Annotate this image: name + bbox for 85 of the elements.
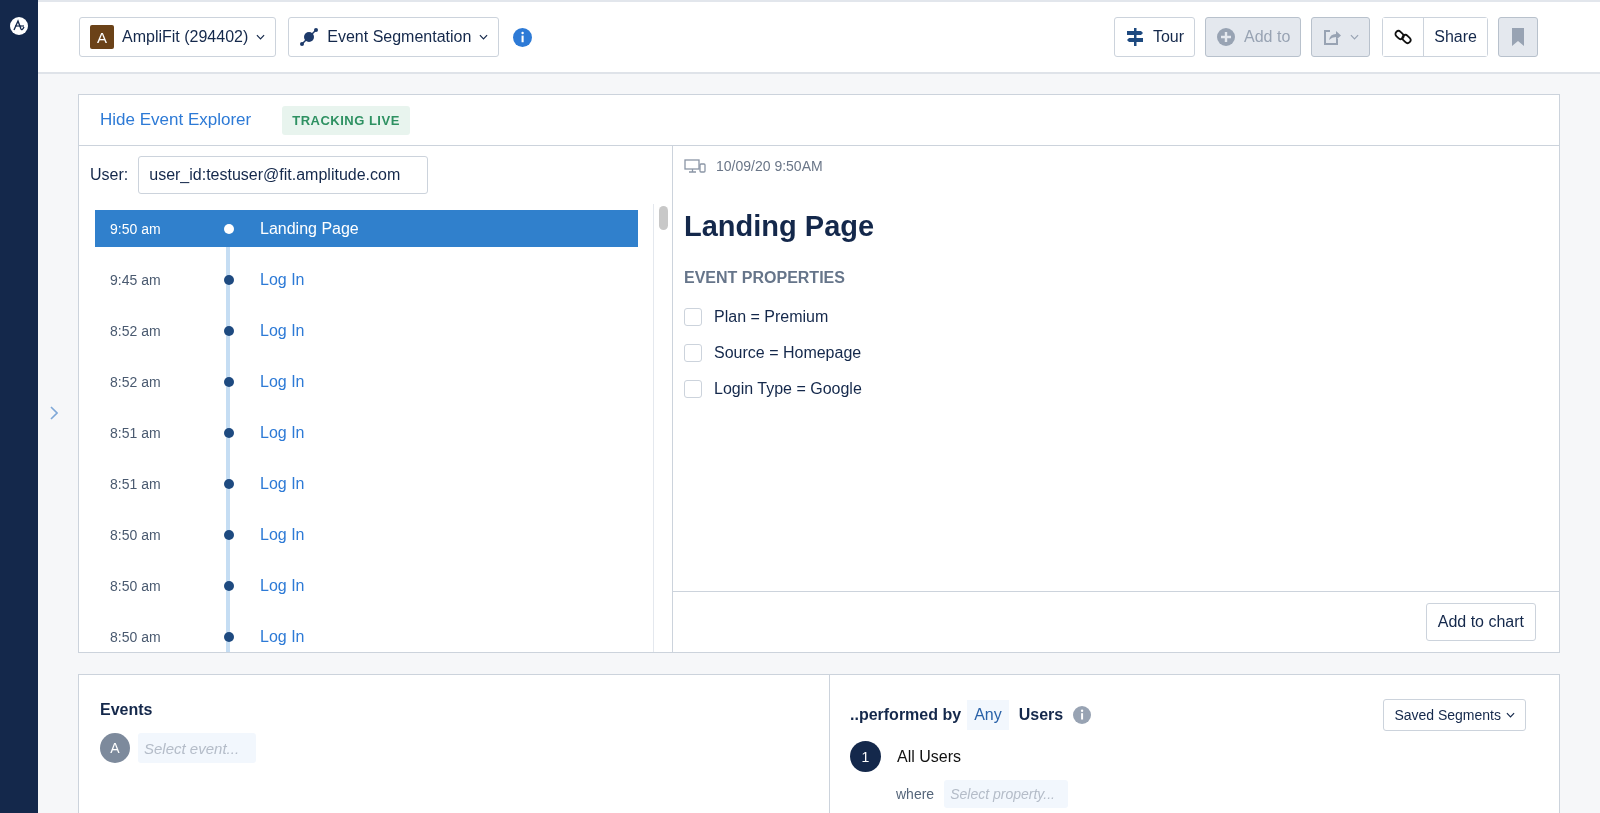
- event-time: 8:50 am: [109, 628, 162, 645]
- property-label: Plan = Premium: [714, 308, 829, 326]
- devices-icon: [684, 159, 706, 173]
- event-time: 8:50 am: [109, 526, 162, 543]
- performed-by-label: ..performed by: [850, 706, 962, 724]
- timeline-dot: [224, 325, 234, 336]
- project-avatar: A: [90, 25, 114, 49]
- share-control[interactable]: Share: [1382, 17, 1488, 57]
- segment-number: 1: [850, 741, 881, 772]
- event-row[interactable]: 8:51 am Log In: [95, 465, 638, 502]
- link-icon: [1393, 27, 1414, 47]
- event-name: Log In: [260, 321, 305, 340]
- pointer-icon: [299, 27, 320, 47]
- any-selector[interactable]: Any: [967, 700, 1009, 730]
- info-icon[interactable]: [513, 27, 533, 47]
- event-title: Landing Page: [684, 210, 876, 243]
- event-row[interactable]: 8:52 am Log In: [95, 312, 638, 349]
- property-checkbox[interactable]: [684, 380, 702, 398]
- timeline-dot: [224, 223, 234, 234]
- event-time: 8:52 am: [109, 322, 162, 339]
- chevron-right-icon[interactable]: [50, 406, 58, 420]
- info-icon[interactable]: [1073, 706, 1092, 724]
- tracking-status-badge: TRACKING LIVE: [282, 105, 410, 135]
- export-icon: [1322, 27, 1343, 47]
- property-checkbox[interactable]: [684, 344, 702, 362]
- hide-event-explorer-link[interactable]: Hide Event Explorer: [100, 110, 252, 130]
- signpost-icon: [1124, 27, 1145, 47]
- timeline-dot: [224, 376, 234, 387]
- event-name: Log In: [260, 525, 305, 544]
- event-row[interactable]: 8:51 am Log In: [95, 414, 638, 451]
- event-avatar: A: [100, 733, 130, 763]
- users-label: Users: [1018, 706, 1064, 724]
- event-time: 9:45 am: [109, 271, 162, 288]
- timeline-dot: [224, 427, 234, 438]
- event-name: Log In: [260, 372, 305, 391]
- timeline-dot: [224, 580, 234, 591]
- timeline-dot: [224, 478, 234, 489]
- event-time: 8:51 am: [109, 475, 162, 492]
- caret-icon: [256, 34, 266, 40]
- user-id-field[interactable]: user_id:testuser@fit.amplitude.com: [138, 156, 429, 194]
- event-time: 8:50 am: [109, 577, 162, 594]
- event-name: Log In: [260, 474, 305, 493]
- scrollbar-thumb[interactable]: [658, 206, 668, 230]
- event-name: Log In: [260, 576, 305, 595]
- event-name: Log In: [260, 423, 305, 442]
- property-select-field[interactable]: Select property...: [944, 780, 1069, 808]
- bookmark-icon: [1511, 27, 1525, 47]
- event-row[interactable]: 8:52 am Log In: [95, 363, 638, 400]
- event-name: Landing Page: [260, 219, 359, 238]
- property-label: Source = Homepage: [714, 344, 862, 362]
- plus-circle-icon: [1216, 27, 1237, 47]
- event-select-field[interactable]: Select event...: [138, 733, 256, 763]
- property-label: Login Type = Google: [714, 380, 862, 398]
- project-name: AmpliFit (294402): [122, 28, 249, 46]
- event-time: 9:50 am: [109, 220, 162, 237]
- copy-link-button[interactable]: [1383, 18, 1425, 56]
- event-row[interactable]: 9:50 am Landing Page: [95, 210, 638, 247]
- user-label: User:: [90, 166, 129, 184]
- event-row[interactable]: 8:50 am Log In: [95, 516, 638, 553]
- saved-segments-dropdown[interactable]: Saved Segments: [1383, 699, 1526, 731]
- tour-button[interactable]: Tour: [1113, 17, 1196, 57]
- project-dropdown[interactable]: A AmpliFit (294402): [79, 17, 277, 57]
- event-time: 8:52 am: [109, 373, 162, 390]
- events-title: Events: [100, 701, 154, 719]
- segment-name: All Users: [897, 747, 961, 766]
- add-to-chart-button[interactable]: Add to chart: [1425, 603, 1536, 641]
- event-row[interactable]: 9:45 am Log In: [95, 261, 638, 298]
- event-row[interactable]: 8:50 am Log In: [95, 618, 638, 652]
- where-label: where: [896, 786, 935, 802]
- property-checkbox[interactable]: [684, 308, 702, 326]
- event-time: 8:51 am: [109, 424, 162, 441]
- caret-icon: [1506, 712, 1515, 718]
- section-heading: EVENT PROPERTIES: [684, 269, 846, 287]
- caret-icon: [479, 34, 489, 40]
- caret-icon: [1350, 34, 1360, 40]
- event-name: Log In: [260, 270, 305, 289]
- chart-type-dropdown[interactable]: Event Segmentation: [288, 17, 500, 57]
- chart-type-label: Event Segmentation: [327, 28, 472, 46]
- timeline-dot: [224, 274, 234, 285]
- timeline-dot: [224, 631, 234, 642]
- timeline-dot: [224, 529, 234, 540]
- event-row[interactable]: 8:50 am Log In: [95, 567, 638, 604]
- event-timestamp: 10/09/20 9:50AM: [716, 158, 823, 174]
- event-name: Log In: [260, 627, 305, 646]
- logo-icon[interactable]: [9, 16, 29, 36]
